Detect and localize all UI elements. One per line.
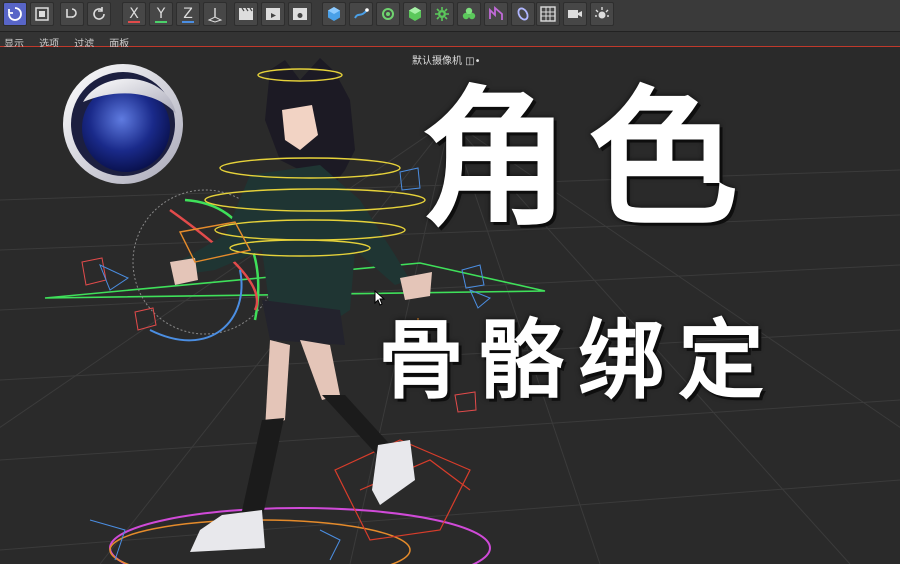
settings-button[interactable] xyxy=(430,2,454,26)
render-picture-button[interactable] xyxy=(261,2,285,26)
x-axis-underline xyxy=(128,21,140,23)
character-model xyxy=(170,58,432,552)
coordinate-icon xyxy=(207,8,223,23)
spline-icon xyxy=(354,8,369,19)
deformer-button[interactable] xyxy=(403,2,427,26)
mograph-icon xyxy=(462,7,476,20)
floor-grid-button[interactable] xyxy=(536,2,560,26)
generator-button[interactable] xyxy=(376,2,400,26)
z-axis-button[interactable]: Z xyxy=(176,2,200,26)
grid-icon xyxy=(540,6,556,22)
cube-button[interactable] xyxy=(322,2,346,26)
mograph-button[interactable] xyxy=(457,2,481,26)
viewport-menu-bar: 显示 选项 过滤 面板 xyxy=(0,32,900,50)
axis-lock-group: X Y Z xyxy=(122,2,227,29)
render-settings-icon xyxy=(293,8,307,20)
y-axis-underline xyxy=(155,21,167,23)
gear-icon xyxy=(435,7,449,21)
cube-icon xyxy=(328,7,340,21)
clapper-icon xyxy=(239,7,253,20)
scale-tool-button[interactable] xyxy=(30,2,54,26)
y-axis-label: Y xyxy=(156,6,166,22)
title-sub: 骨骼绑定 xyxy=(378,311,778,411)
light-button[interactable] xyxy=(590,2,614,26)
rotate-undo-button[interactable] xyxy=(60,2,84,26)
x-axis-label: X xyxy=(129,6,139,22)
tag-button[interactable] xyxy=(511,2,535,26)
y-axis-button[interactable]: Y xyxy=(149,2,173,26)
app-logo xyxy=(63,64,183,184)
z-axis-underline xyxy=(182,21,194,23)
elbow-controller-red xyxy=(134,307,157,331)
x-axis-button[interactable]: X xyxy=(122,2,146,26)
camera-button[interactable] xyxy=(563,2,587,26)
object-group xyxy=(322,2,535,29)
coordinate-system-button[interactable] xyxy=(203,2,227,26)
refresh-icon xyxy=(93,7,105,20)
undo-tool-button[interactable] xyxy=(3,2,27,26)
render-group xyxy=(234,2,312,29)
generator-icon xyxy=(382,8,394,20)
view-group xyxy=(536,2,614,29)
z-axis-label: Z xyxy=(183,6,193,22)
field-icon xyxy=(489,6,503,20)
tool-group-transform xyxy=(3,2,54,29)
render-view-button[interactable] xyxy=(234,2,258,26)
mouse-cursor-icon xyxy=(374,290,386,306)
title-main: 角色 xyxy=(420,73,757,247)
3d-viewport[interactable]: 默认摄像机 ◫• 角色 骨骼绑定 xyxy=(0,47,900,564)
rotate-undo-icon xyxy=(66,8,77,18)
spline-button[interactable] xyxy=(349,2,373,26)
scale-icon xyxy=(35,7,49,21)
play-icon xyxy=(266,8,280,20)
render-settings-button[interactable] xyxy=(288,2,312,26)
tag-icon xyxy=(517,7,529,21)
camera-icon xyxy=(568,10,582,18)
foot-controller-blue-right xyxy=(319,529,341,561)
refresh-button[interactable] xyxy=(87,2,111,26)
deformer-icon xyxy=(409,7,421,21)
camera-label: 默认摄像机 ◫• xyxy=(412,56,481,67)
field-button[interactable] xyxy=(484,2,508,26)
light-icon xyxy=(595,7,609,19)
tool-group-history xyxy=(60,2,111,29)
undo-icon xyxy=(8,7,22,21)
main-toolbar: X Y Z xyxy=(0,0,900,32)
